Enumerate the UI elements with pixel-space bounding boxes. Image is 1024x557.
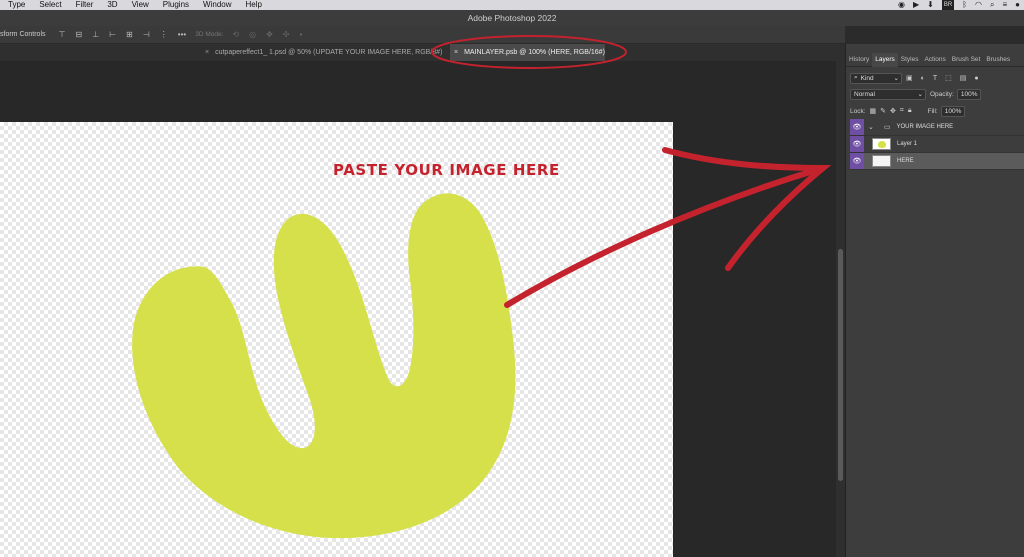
align-left-icon[interactable]: ⊢ <box>109 30 116 39</box>
bluetooth-icon[interactable]: ᛒ <box>962 0 967 10</box>
siri-icon[interactable]: ● <box>1015 0 1020 10</box>
blend-row: Normal ⌄ Opacity: 100% <box>850 88 1022 100</box>
lock-row: Lock: ▦ ✎ ✥ ⌗ 🔒︎ Fill: 100% <box>850 105 1022 117</box>
menu-select[interactable]: Select <box>39 0 61 10</box>
tab-mainlayer[interactable]: × MAINLAYER.psb @ 100% (HERE, RGB/16#) <box>450 44 605 61</box>
align-top-icon[interactable]: ⊤ <box>59 30 66 39</box>
3d-slide-icon[interactable]: ✣ <box>283 30 290 39</box>
layer-name: YOUR IMAGE HERE <box>896 124 954 130</box>
panel-tab-bar: History Layers Styles Actions Brush Set … <box>846 52 1024 67</box>
lock-artboard-icon[interactable]: ⌗ <box>900 107 904 115</box>
distribute-icon[interactable]: ⋮ <box>160 30 168 39</box>
lock-label: Lock: <box>850 107 866 115</box>
tab-history[interactable]: History <box>846 53 872 67</box>
pixel-filter-icon[interactable]: ▣ <box>906 74 913 82</box>
opacity-label: Opacity: <box>930 90 954 98</box>
fill-input[interactable]: 100% <box>940 105 966 117</box>
3d-rotate-icon[interactable]: ⟲ <box>232 30 239 39</box>
tab-layers[interactable]: Layers <box>872 52 898 67</box>
kind-filter-dropdown[interactable]: ⌕ Kind ⌄ <box>850 72 902 84</box>
chevron-down-icon: ⌄ <box>893 75 899 82</box>
visibility-eye-icon[interactable]: 👁︎ <box>850 153 864 169</box>
type-filter-icon[interactable]: T <box>933 75 937 82</box>
app-badge[interactable]: BR <box>941 0 955 10</box>
visibility-eye-icon[interactable]: 👁︎ <box>850 136 864 152</box>
menu-help[interactable]: Help <box>246 0 262 10</box>
app-title: Adobe Photoshop 2022 <box>467 13 557 23</box>
menu-type[interactable]: Type <box>8 0 25 10</box>
document-tab-bar: × cutpapereffect1_ 1.psd @ 50% (UPDATE Y… <box>0 44 845 61</box>
shape-filter-icon[interactable]: ⬚ <box>945 74 952 82</box>
menu-view[interactable]: View <box>132 0 149 10</box>
more-options-icon[interactable]: ••• <box>178 30 186 39</box>
opacity-input[interactable]: 100% <box>956 88 982 100</box>
adjustment-filter-icon[interactable]: ◐ <box>921 75 925 82</box>
layer-name: Layer 1 <box>897 141 918 147</box>
status-tray: ◉ ▶ ⬇ BR ᛒ ◠ ⌕ ≡ ● <box>898 0 1020 10</box>
tab-cutpapereffect[interactable]: × cutpapereffect1_ 1.psd @ 50% (UPDATE Y… <box>205 44 442 61</box>
close-icon[interactable]: × <box>454 49 458 56</box>
close-icon[interactable]: × <box>205 49 209 56</box>
align-right-icon[interactable]: ⊣ <box>143 30 150 39</box>
scrollbar-thumb[interactable] <box>838 249 843 481</box>
align-bottom-icon[interactable]: ⊥ <box>92 30 99 39</box>
play-icon[interactable]: ▶ <box>913 0 919 10</box>
tab-styles[interactable]: Styles <box>898 53 922 67</box>
kind-label: Kind <box>860 74 874 82</box>
align-hcenter-icon[interactable]: ⊞ <box>126 30 133 39</box>
vertical-scrollbar[interactable] <box>836 61 845 557</box>
align-vcenter-icon[interactable]: ⊟ <box>75 30 82 39</box>
chevron-down-icon: ⌄ <box>917 91 923 98</box>
lock-transparent-icon[interactable]: ▦ <box>870 107 877 115</box>
search-icon: ⌕ <box>854 74 858 81</box>
layer-name: HERE <box>897 158 914 164</box>
menu-window[interactable]: Window <box>203 0 231 10</box>
macos-menu-bar: Type Select Filter 3D View Plugins Windo… <box>0 0 1024 10</box>
blend-mode-dropdown[interactable]: Normal ⌄ <box>850 88 926 100</box>
tab-actions[interactable]: Actions <box>921 53 948 67</box>
menu-plugins[interactable]: Plugins <box>163 0 189 10</box>
wifi-icon[interactable]: ◠ <box>975 0 982 10</box>
expand-chevron-icon[interactable]: ⌄ <box>868 123 874 131</box>
3d-scale-icon[interactable]: ▪ <box>299 30 302 39</box>
tab-brush-set[interactable]: Brush Set <box>949 53 984 67</box>
tab-label: MAINLAYER.psb @ 100% (HERE, RGB/16#) <box>464 49 605 56</box>
lock-paint-icon[interactable]: ✎ <box>880 107 886 115</box>
menu-3d[interactable]: 3D <box>107 0 117 10</box>
layer-thumbnail <box>872 155 891 167</box>
visibility-eye-icon[interactable]: 👁︎ <box>850 119 864 135</box>
layer-row-group[interactable]: 👁︎ ⌄ ▭ YOUR IMAGE HERE <box>850 119 1024 136</box>
paste-image-instruction: PASTE YOUR IMAGE HERE <box>333 161 560 179</box>
tab-label: cutpapereffect1_ 1.psd @ 50% (UPDATE YOU… <box>215 49 443 56</box>
3d-roll-icon[interactable]: ◎ <box>249 30 256 39</box>
creative-cloud-icon[interactable]: ◉ <box>898 0 905 10</box>
download-icon[interactable]: ⬇ <box>927 0 934 10</box>
layer-thumbnail <box>872 138 891 150</box>
options-bar: sform Controls ⊤ ⊟ ⊥ ⊢ ⊞ ⊣ ⋮ ••• 3D Mode… <box>0 26 845 44</box>
window-title-bar: Adobe Photoshop 2022 <box>0 10 1024 26</box>
blend-mode-value: Normal <box>854 90 875 98</box>
layer-filter-row: ⌕ Kind ⌄ ▣ ◐ T ⬚ ▤ ● <box>850 72 1022 84</box>
transform-controls-label[interactable]: sform Controls <box>0 31 46 38</box>
3d-pan-icon[interactable]: ✥ <box>266 30 273 39</box>
control-center-icon[interactable]: ≡ <box>1002 0 1007 10</box>
lock-position-icon[interactable]: ✥ <box>890 107 896 115</box>
folder-icon: ▭ <box>883 124 891 131</box>
layer-row-layer1[interactable]: 👁︎ Layer 1 <box>850 136 1024 153</box>
layers-panel: History Layers Styles Actions Brush Set … <box>845 44 1024 557</box>
menu-filter[interactable]: Filter <box>76 0 94 10</box>
document-canvas[interactable] <box>0 122 673 557</box>
search-icon[interactable]: ⌕ <box>990 0 994 10</box>
tab-brushes[interactable]: Brushes <box>983 53 1013 67</box>
layer-row-here[interactable]: 👁︎ HERE <box>850 153 1024 170</box>
smart-object-filter-icon[interactable]: ▤ <box>960 74 967 82</box>
filter-toggle-icon[interactable]: ● <box>974 75 978 82</box>
lock-all-icon[interactable]: 🔒︎ <box>908 107 912 115</box>
fill-label: Fill: <box>927 107 938 115</box>
3d-mode-label: 3D Mode: <box>195 31 224 38</box>
